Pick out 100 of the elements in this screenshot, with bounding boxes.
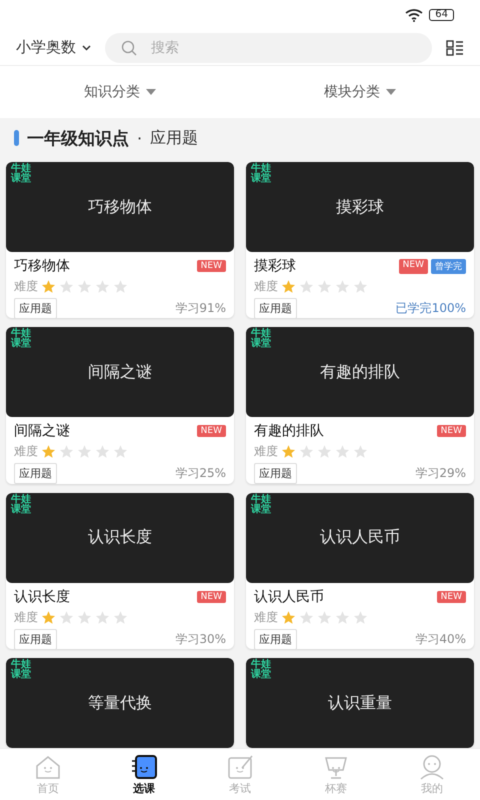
wifi-icon xyxy=(405,8,424,22)
category-tag: 应用题 xyxy=(254,628,297,649)
difficulty-label: 难度 xyxy=(14,608,38,626)
logo: 牛娃 课堂 xyxy=(11,494,31,515)
star-icon xyxy=(77,444,92,460)
thumbnail-title: 等量代换 xyxy=(88,692,152,714)
status-tag: NEW xyxy=(196,260,226,272)
thumbnail-title: 间隔之谜 xyxy=(88,362,152,383)
pencil-board-icon xyxy=(226,754,254,780)
star-icon xyxy=(335,610,350,625)
logo: 牛娃 课堂 xyxy=(251,494,271,515)
progress-text: 学习91% xyxy=(175,300,226,317)
search-icon xyxy=(121,40,137,56)
progress-text: 学习40% xyxy=(415,630,466,648)
star-icon xyxy=(335,444,350,460)
logo: 牛娃 课堂 xyxy=(11,660,31,680)
star-icon xyxy=(113,610,128,625)
star-icon xyxy=(281,279,296,294)
course-card[interactable]: 牛娃 课堂 间隔之谜 间隔之谜 NEW 难度 应用题 学习25% xyxy=(6,327,234,484)
course-card[interactable]: 牛娃 课堂 有趣的排队 有趣的排队 NEW 难度 应用题 学习29% xyxy=(246,327,474,484)
difficulty-label: 难度 xyxy=(254,608,278,626)
star-icon xyxy=(299,279,314,294)
star-icon xyxy=(59,279,74,294)
category-tag: 应用题 xyxy=(14,298,57,318)
section-title: 一年级知识点 xyxy=(27,128,129,150)
chevron-down-icon xyxy=(82,44,91,50)
logo: 牛娃 课堂 xyxy=(251,329,271,350)
course-card[interactable]: 牛娃 课堂 摸彩球 摸彩球 NEW 曾学完 难度 应用题 已学完100% xyxy=(246,162,474,318)
star-icon xyxy=(353,444,368,460)
tab[interactable]: 选课 xyxy=(96,749,192,800)
star-icon xyxy=(299,610,314,625)
star-icon xyxy=(317,279,332,294)
star-icon xyxy=(41,610,56,625)
subject-dropdown[interactable]: 小学奥数 xyxy=(16,38,91,57)
logo: 牛娃 课堂 xyxy=(11,164,31,184)
list-view-icon[interactable] xyxy=(446,40,464,56)
star-icon xyxy=(59,444,74,460)
course-title: 认识人民币 xyxy=(254,588,324,606)
category-tag: 应用题 xyxy=(14,463,57,484)
course-card[interactable]: 牛娃 课堂 巧移物体 巧移物体 NEW 难度 应用题 学习91% xyxy=(6,162,234,318)
logo: 牛娃 课堂 xyxy=(11,329,31,350)
star-icon xyxy=(95,279,110,294)
category-tag: 应用题 xyxy=(14,628,57,649)
filter-dropdown[interactable]: 模块分类 xyxy=(240,82,480,102)
battery-level: 64 xyxy=(429,9,454,21)
star-icon xyxy=(77,279,92,294)
book-icon xyxy=(130,754,158,780)
course-card[interactable]: 牛娃 课堂 认识重量 xyxy=(246,658,474,748)
star-icon xyxy=(353,279,368,294)
star-icon xyxy=(113,444,128,460)
course-title: 间隔之谜 xyxy=(14,422,70,440)
star-icon xyxy=(281,444,296,460)
thumbnail-title: 认识人民币 xyxy=(320,527,400,548)
difficulty-label: 难度 xyxy=(14,443,38,460)
category-tag: 应用题 xyxy=(254,463,297,484)
course-title: 摸彩球 xyxy=(254,257,296,275)
star-icon xyxy=(317,610,332,625)
course-card[interactable]: 牛娃 课堂 等量代换 xyxy=(6,658,234,748)
category-tag: 应用题 xyxy=(254,298,297,318)
star-icon xyxy=(299,444,314,460)
person-icon xyxy=(418,754,446,780)
filter-dropdown[interactable]: 知识分类 xyxy=(0,82,240,102)
house-icon xyxy=(34,754,62,780)
thumbnail-title: 巧移物体 xyxy=(88,196,152,218)
search-field[interactable]: 搜索 xyxy=(105,32,432,62)
star-icon xyxy=(77,610,92,625)
triangle-down-icon xyxy=(146,89,156,95)
course-title: 认识长度 xyxy=(14,588,70,606)
section-separator: · xyxy=(137,128,142,148)
difficulty-label: 难度 xyxy=(14,278,38,295)
status-tag: 曾学完 xyxy=(431,258,466,274)
star-icon xyxy=(41,279,56,294)
thumbnail-title: 有趣的排队 xyxy=(320,362,400,383)
section-marker xyxy=(14,130,19,146)
star-icon xyxy=(95,444,110,460)
star-icon xyxy=(113,279,128,294)
logo: 牛娃 课堂 xyxy=(251,164,271,184)
status-tag: NEW xyxy=(196,425,226,438)
star-icon xyxy=(353,610,368,625)
difficulty-label: 难度 xyxy=(254,278,278,295)
star-icon xyxy=(317,444,332,460)
status-tag: NEW xyxy=(196,590,226,603)
star-icon xyxy=(59,610,74,625)
progress-text: 学习25% xyxy=(175,465,226,482)
star-icon xyxy=(95,610,110,625)
course-card[interactable]: 牛娃 课堂 认识长度 认识长度 NEW 难度 应用题 学习30% xyxy=(6,492,234,649)
star-icon xyxy=(335,279,350,294)
star-icon xyxy=(281,610,296,625)
difficulty-label: 难度 xyxy=(254,443,278,460)
section-subtitle: 应用题 xyxy=(150,128,198,148)
thumbnail-title: 认识长度 xyxy=(88,527,152,548)
status-tag: NEW xyxy=(436,425,466,438)
course-title: 巧移物体 xyxy=(14,257,70,275)
logo: 牛娃 课堂 xyxy=(251,660,271,680)
status-tag: NEW xyxy=(398,258,428,274)
progress-text: 已学完100% xyxy=(396,300,466,317)
course-card[interactable]: 牛娃 课堂 认识人民币 认识人民币 NEW 难度 应用题 学习40% xyxy=(246,492,474,649)
thumbnail-title: 摸彩球 xyxy=(336,196,384,218)
course-title: 有趣的排队 xyxy=(254,422,324,440)
star-icon xyxy=(41,444,56,460)
